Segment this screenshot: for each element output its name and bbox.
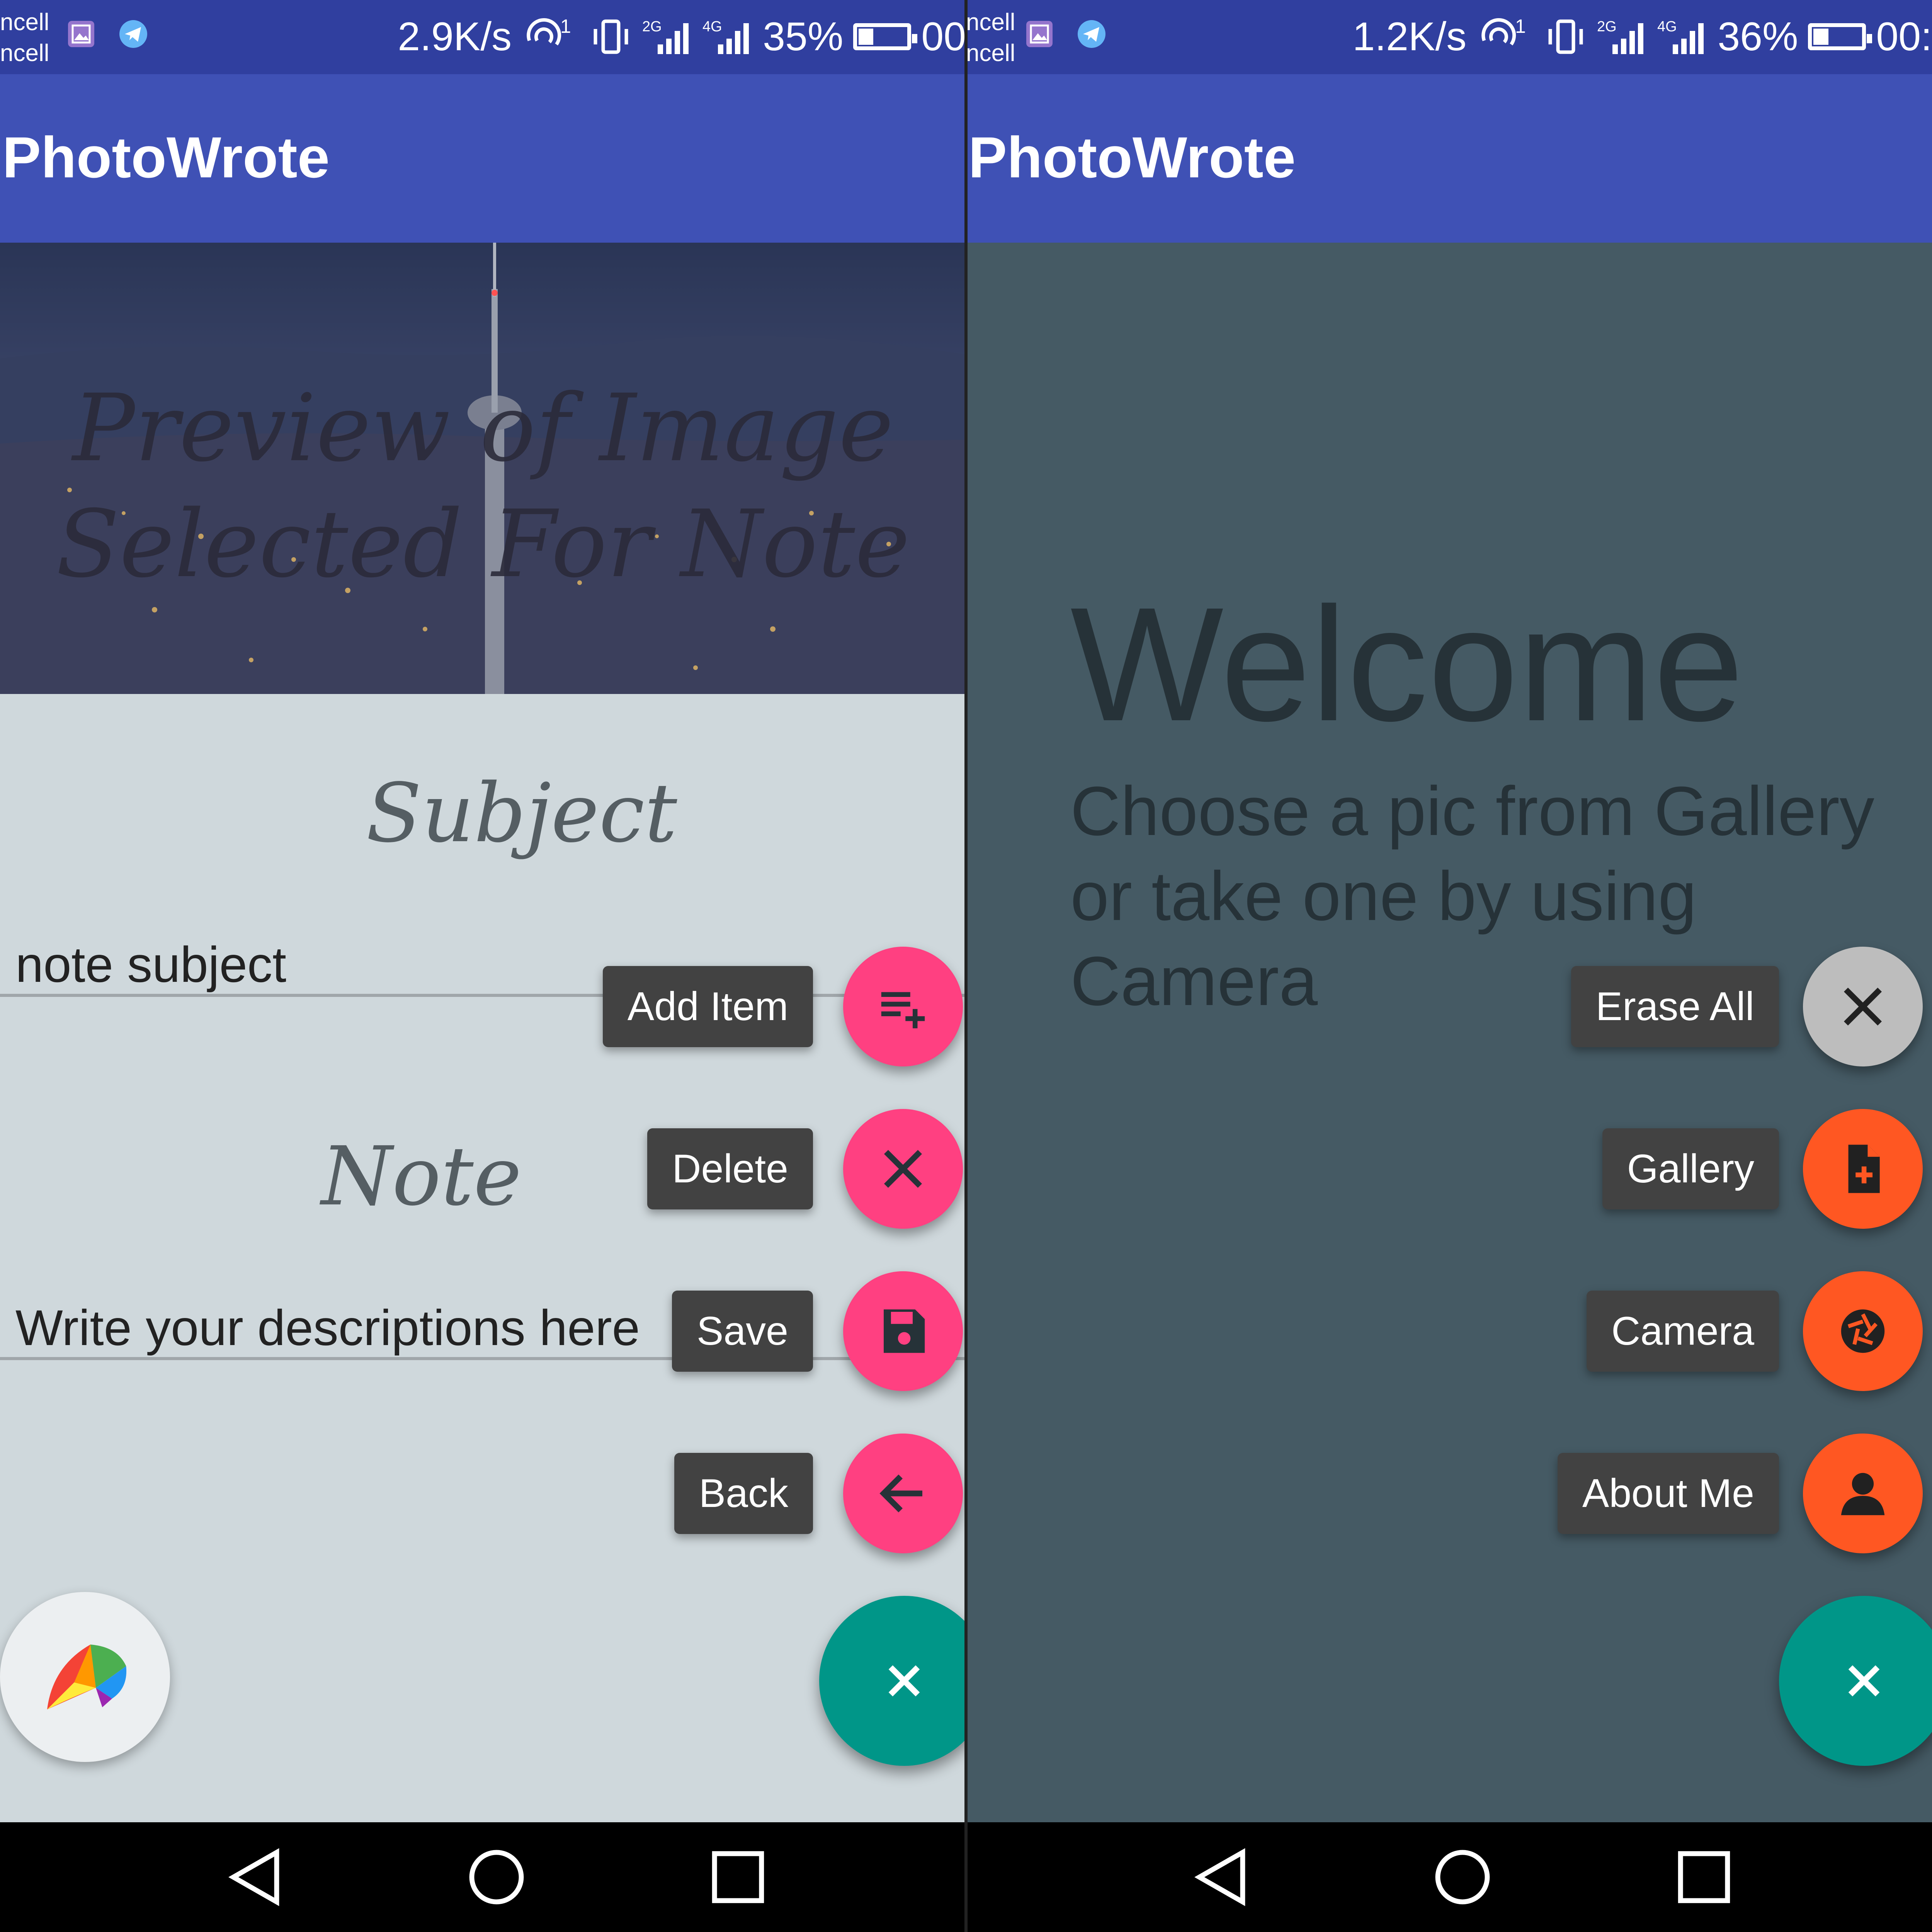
telegram-notification-icon — [1078, 20, 1105, 48]
delete-label[interactable]: Delete — [647, 1128, 813, 1209]
clock: 00 — [921, 14, 966, 59]
arrow-back-icon — [879, 1474, 922, 1513]
telegram-notification-icon — [119, 20, 147, 48]
carrier-label-2: ncell — [0, 40, 49, 66]
note-field[interactable] — [0, 1298, 966, 1360]
about-me-button[interactable] — [1803, 1434, 1923, 1553]
hotspot-icon: 1 — [527, 17, 571, 46]
back-label[interactable]: Back — [674, 1453, 813, 1534]
gallery-button[interactable] — [1803, 1109, 1923, 1229]
app-toolbar: PhotoWrote — [0, 74, 966, 243]
about-me-label[interactable]: About Me — [1557, 1453, 1779, 1534]
navigation-bar — [966, 1822, 1932, 1932]
note-label: Note — [321, 1129, 522, 1224]
svg-text:1: 1 — [560, 17, 571, 37]
save-button[interactable] — [843, 1271, 963, 1391]
status-bar: ncell ncell 1.2K/s 1 2G 4G 36% 00: — [966, 0, 1932, 74]
signal-2g-icon: 2G — [642, 19, 689, 54]
status-indicators: 1.2K/s 1 2G 4G 36% 00: — [1352, 14, 1932, 59]
close-icon — [1844, 987, 1882, 1026]
gallery-label[interactable]: Gallery — [1602, 1128, 1779, 1209]
note-editor-screen: ncell ncell 2.9K/s 1 2G 4G 35% 00 PhotoW… — [0, 0, 966, 1932]
battery-percent: 36% — [1718, 14, 1798, 59]
gallery-notification-icon — [68, 21, 94, 47]
home-circle-icon[interactable] — [1432, 1846, 1493, 1908]
app-title: PhotoWrote — [2, 125, 330, 190]
vibrate-icon — [1548, 19, 1583, 54]
delete-button[interactable] — [843, 1109, 963, 1229]
preview-text-line-1: Preview of Image — [72, 374, 894, 482]
signal-4g-icon: 4G — [702, 19, 749, 54]
file-add-icon — [1848, 1145, 1880, 1193]
person-icon — [1841, 1473, 1885, 1515]
add-item-label[interactable]: Add Item — [602, 966, 813, 1047]
battery-level — [859, 29, 873, 45]
status-bar: ncell ncell 2.9K/s 1 2G 4G 35% 00 — [0, 0, 966, 74]
welcome-screen: ncell ncell 1.2K/s 1 2G 4G 36% 00: Photo… — [966, 0, 1932, 1932]
camera-label[interactable]: Camera — [1587, 1291, 1779, 1372]
status-indicators: 2.9K/s 1 2G 4G 35% 00 — [398, 14, 966, 59]
battery-percent: 35% — [763, 14, 844, 59]
back-button[interactable] — [843, 1434, 963, 1553]
navigation-bar — [0, 1822, 966, 1932]
clock: 00: — [1876, 14, 1932, 59]
network-speed: 2.9K/s — [398, 14, 512, 59]
save-label[interactable]: Save — [672, 1291, 813, 1372]
camera-shutter-icon — [1841, 1309, 1885, 1353]
preview-text-line-2: Selected For Note — [56, 490, 910, 598]
battery-icon — [1808, 23, 1872, 50]
subject-field[interactable] — [0, 935, 966, 997]
carrier-labels: ncell ncell — [966, 7, 1015, 69]
signal-4g-icon: 4G — [1657, 19, 1704, 54]
floppy-disk-icon — [884, 1309, 925, 1353]
erase-all-label[interactable]: Erase All — [1571, 966, 1779, 1047]
rainbow-umbrella-icon — [47, 1645, 127, 1709]
home-circle-icon[interactable] — [466, 1846, 527, 1908]
carrier-label-2: ncell — [966, 40, 1015, 66]
gallery-notification-icon — [1026, 21, 1053, 47]
carrier-labels: ncell ncell — [0, 7, 49, 69]
welcome-subtitle: Choose a pic from Gallery or take one by… — [1070, 772, 1874, 1020]
add-item-button[interactable] — [843, 947, 963, 1066]
carrier-label-1: ncell — [0, 9, 49, 36]
carrier-label-1: ncell — [966, 9, 1015, 36]
subject-label: Subject — [366, 766, 677, 861]
vibrate-icon — [594, 19, 628, 54]
app-toolbar: PhotoWrote — [966, 74, 1932, 243]
signal-2g-icon: 2G — [1597, 19, 1644, 54]
svg-text:1: 1 — [1515, 17, 1526, 37]
screen-divider — [964, 0, 968, 1932]
erase-all-button[interactable] — [1803, 947, 1923, 1066]
image-preview[interactable]: Preview of Image Selected For Note — [0, 243, 966, 694]
close-icon — [1848, 1665, 1880, 1697]
fab-menu-toggle[interactable] — [1779, 1596, 1932, 1766]
battery-icon — [853, 23, 918, 50]
recents-square-icon[interactable] — [707, 1846, 769, 1908]
back-triangle-icon[interactable] — [1190, 1846, 1252, 1908]
hotspot-icon: 1 — [1481, 17, 1526, 46]
fab-menu-toggle[interactable] — [819, 1596, 966, 1766]
network-speed: 1.2K/s — [1352, 14, 1467, 59]
signal-4g-label: 4G — [1657, 19, 1677, 35]
color-picker-button[interactable] — [0, 1592, 170, 1762]
close-icon — [884, 1150, 922, 1188]
battery-level — [1813, 29, 1829, 45]
back-triangle-icon[interactable] — [224, 1846, 286, 1908]
close-icon — [888, 1665, 920, 1697]
recents-square-icon[interactable] — [1673, 1846, 1735, 1908]
signal-2g-label: 2G — [642, 19, 662, 35]
app-title: PhotoWrote — [968, 125, 1296, 190]
playlist-add-icon — [881, 992, 925, 1029]
signal-2g-label: 2G — [1597, 19, 1617, 35]
signal-4g-label: 4G — [702, 19, 722, 35]
welcome-title: Welcome — [1070, 574, 1744, 755]
preview-placeholder: Preview of Image Selected For Note — [0, 370, 966, 602]
camera-button[interactable] — [1803, 1271, 1923, 1391]
